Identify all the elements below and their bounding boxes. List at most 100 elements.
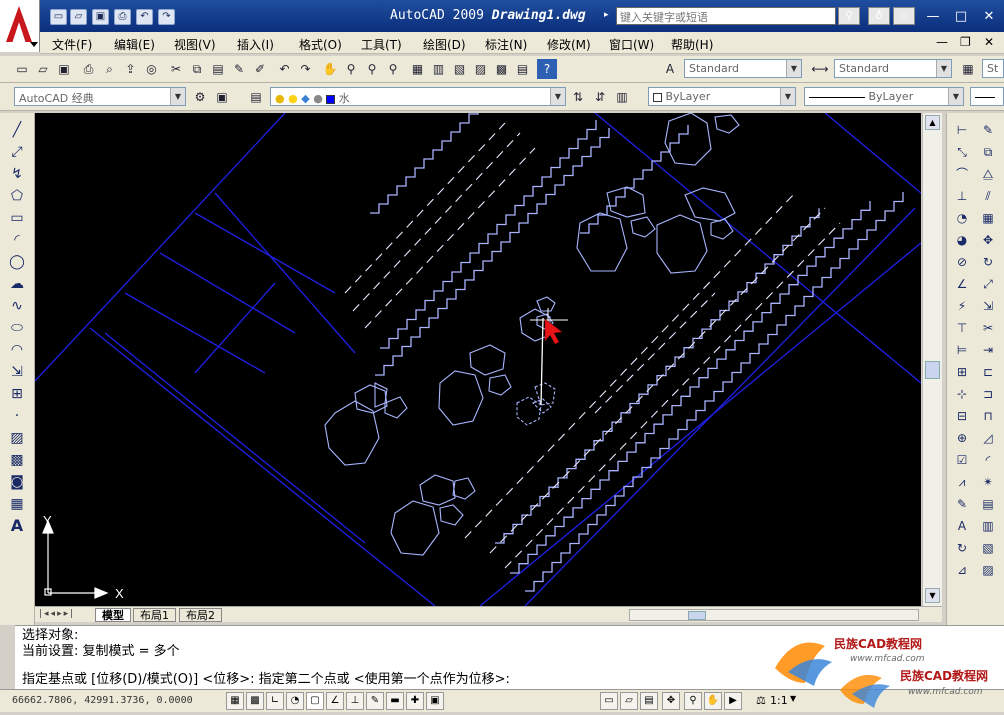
close-button[interactable]: ✕ xyxy=(978,8,1000,26)
linetype-select[interactable]: ByLayer ▼ xyxy=(804,87,964,106)
sheet-set-icon[interactable]: ▨ xyxy=(471,59,491,79)
diameter-icon[interactable]: ⊘ xyxy=(951,251,973,273)
communication-center-icon[interactable]: ♁ xyxy=(868,7,890,25)
trim-icon[interactable]: ✂ xyxy=(977,317,999,339)
paper-model-icon[interactable]: ▣ xyxy=(426,692,444,710)
zoom-realtime-icon[interactable]: ⚲ xyxy=(341,59,361,79)
ellipse-icon[interactable]: ⬭ xyxy=(6,317,28,339)
help-icon[interactable]: ? xyxy=(537,59,557,79)
polyline-icon[interactable]: ↯ xyxy=(6,163,28,185)
draw-order-icon[interactable]: ▤ xyxy=(977,493,999,515)
scroll-down-icon[interactable]: ▼ xyxy=(925,588,940,603)
lineweight-icon[interactable]: ▬ xyxy=(386,692,404,710)
redo-icon[interactable]: ↷ xyxy=(158,9,175,25)
new-file-icon[interactable]: ▭ xyxy=(50,9,67,25)
save-icon[interactable]: ▣ xyxy=(54,59,74,79)
drawing-canvas[interactable]: Y X xyxy=(34,87,922,607)
dynamic-ucs-icon[interactable]: ⊥ xyxy=(346,692,364,710)
layer-previous-icon[interactable]: ⇵ xyxy=(590,87,610,107)
steering-wheel-icon[interactable]: ✥ xyxy=(662,692,680,710)
menu-draw[interactable]: 绘图(D) xyxy=(423,36,466,53)
minimize-button[interactable]: — xyxy=(922,8,944,26)
tab-layout1[interactable]: 布局1 xyxy=(133,608,176,622)
object-snap-icon[interactable]: ▢ xyxy=(306,692,324,710)
menu-format[interactable]: 格式(O) xyxy=(299,36,342,53)
menu-window[interactable]: 窗口(W) xyxy=(609,36,654,53)
menu-file[interactable]: 文件(F) xyxy=(52,36,92,53)
scroll-thumb[interactable] xyxy=(925,361,940,379)
jogged-icon[interactable]: ◕ xyxy=(951,229,973,251)
break-at-point-icon[interactable]: ⊏ xyxy=(977,361,999,383)
dim-text-edit-icon[interactable]: A xyxy=(951,515,973,537)
revision-cloud-icon[interactable]: ☁ xyxy=(6,273,28,295)
tolerance-icon[interactable]: ⊟ xyxy=(951,405,973,427)
doc-restore-button[interactable]: ❐ xyxy=(960,35,971,49)
copy-icon[interactable]: ⧉ xyxy=(187,59,207,79)
application-menu-button[interactable] xyxy=(0,0,40,52)
radius-icon[interactable]: ◔ xyxy=(951,207,973,229)
menu-view[interactable]: 视图(V) xyxy=(174,36,216,53)
open-file-icon[interactable]: ▱ xyxy=(70,9,87,25)
drawing-svg[interactable]: Y X xyxy=(34,87,922,607)
table-style-icon[interactable]: ▦ xyxy=(958,59,978,79)
open-icon[interactable]: ▱ xyxy=(33,59,53,79)
new-icon[interactable]: ▭ xyxy=(12,59,32,79)
calculator-icon[interactable]: ▤ xyxy=(513,59,533,79)
gradient-icon[interactable]: ▩ xyxy=(6,449,28,471)
dim-style-select[interactable]: Standard ▼ xyxy=(834,59,952,78)
table-style-select[interactable]: St xyxy=(982,59,1004,78)
paste-icon[interactable]: ▤ xyxy=(208,59,228,79)
polygon-icon[interactable]: ⬠ xyxy=(6,185,28,207)
pan-icon[interactable]: ✋ xyxy=(704,692,722,710)
scroll-up-icon[interactable]: ▲ xyxy=(925,115,940,130)
command-prompt-line[interactable]: 指定基点或 [位移(D)/模式(O)] <位移>: 指定第二个点或 <使用第一个… xyxy=(22,672,510,688)
dim-style-icon[interactable]: ⊿ xyxy=(951,559,973,581)
dim-style-icon[interactable]: ⟷ xyxy=(810,59,830,79)
scale-icon[interactable]: ⤢ xyxy=(977,273,999,295)
angular-icon[interactable]: ∠ xyxy=(951,273,973,295)
fillet-icon[interactable]: ◜ xyxy=(977,449,999,471)
plot-icon[interactable]: ⎙ xyxy=(79,59,99,79)
layer-states-icon[interactable]: ▥ xyxy=(612,87,632,107)
quick-dim-icon[interactable]: ⚡ xyxy=(951,295,973,317)
join-icon[interactable]: ⊓ xyxy=(977,405,999,427)
showmotion-icon[interactable]: ▶ xyxy=(724,692,742,710)
text-style-select[interactable]: Standard ▼ xyxy=(684,59,802,78)
menu-edit[interactable]: 编辑(E) xyxy=(114,36,155,53)
grid-mode-icon[interactable]: ▩ xyxy=(246,692,264,710)
horizontal-scrollbar[interactable] xyxy=(629,609,919,621)
block-editor-icon[interactable]: ✐ xyxy=(250,59,270,79)
horizontal-scroll-thumb[interactable] xyxy=(688,611,706,620)
linear-dim-icon[interactable]: ⊢ xyxy=(951,119,973,141)
construction-line-icon[interactable]: ⤢ xyxy=(6,141,28,163)
zoom-previous-icon[interactable]: ⚲ xyxy=(383,59,403,79)
send-back-icon[interactable]: ▧ xyxy=(977,537,999,559)
menu-insert[interactable]: 插入(I) xyxy=(237,36,274,53)
ellipse-arc-icon[interactable]: ◠ xyxy=(6,339,28,361)
text-front-icon[interactable]: ▨ xyxy=(977,559,999,581)
menu-help[interactable]: 帮助(H) xyxy=(671,36,713,53)
properties-icon[interactable]: ▦ xyxy=(408,59,428,79)
copy-icon[interactable]: ⧉ xyxy=(977,141,999,163)
ortho-mode-icon[interactable]: ∟ xyxy=(266,692,284,710)
make-layer-current-icon[interactable]: ⇅ xyxy=(568,87,588,107)
layout-2-icon[interactable]: ▤ xyxy=(640,692,658,710)
doc-minimize-button[interactable]: — xyxy=(936,35,948,49)
snap-mode-icon[interactable]: ▦ xyxy=(226,692,244,710)
redo-icon[interactable]: ↷ xyxy=(296,59,316,79)
move-icon[interactable]: ✥ xyxy=(977,229,999,251)
multiline-text-icon[interactable]: A xyxy=(6,515,28,537)
cursor-coordinates[interactable]: 66662.7806, 42991.3736, 0.0000 xyxy=(12,695,193,706)
menu-dimension[interactable]: 标注(N) xyxy=(485,36,527,53)
workspace-select[interactable]: AutoCAD 经典 ▼ xyxy=(14,87,186,106)
color-select[interactable]: ByLayer ▼ xyxy=(648,87,796,106)
jogged-linear-icon[interactable]: ⩘ xyxy=(951,471,973,493)
workspace-icon[interactable]: ▣ xyxy=(212,87,232,107)
chamfer-icon[interactable]: ◿ xyxy=(977,427,999,449)
text-style-icon[interactable]: A xyxy=(660,59,680,79)
point-icon[interactable]: · xyxy=(6,405,28,427)
layer-select[interactable]: ● ● ◆ ● 水 ▼ xyxy=(270,87,566,106)
spline-icon[interactable]: ∿ xyxy=(6,295,28,317)
tool-palettes-icon[interactable]: ▧ xyxy=(450,59,470,79)
favorites-star-icon[interactable]: ☆ xyxy=(893,7,915,25)
